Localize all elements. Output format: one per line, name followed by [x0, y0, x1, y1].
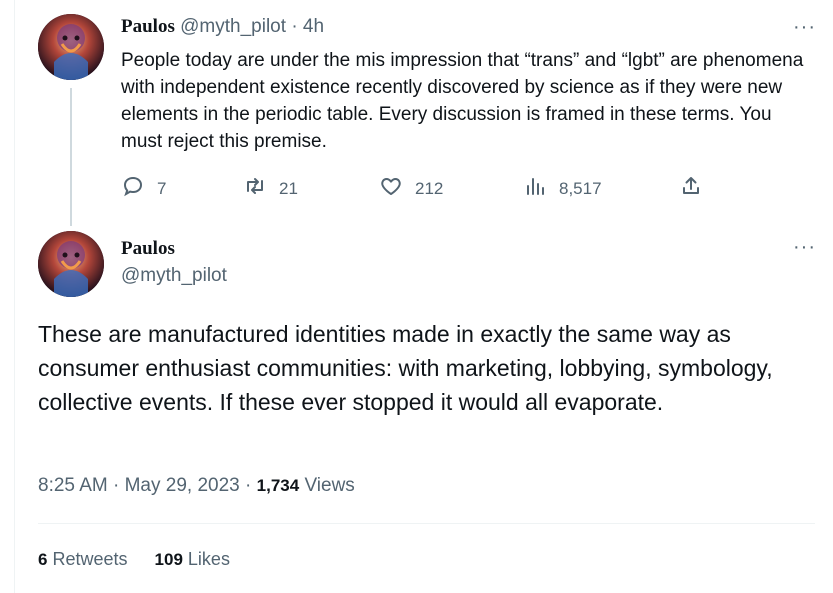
avatar[interactable] — [38, 231, 104, 297]
views-icon — [523, 174, 547, 203]
retweet-icon — [243, 174, 267, 203]
more-icon[interactable]: ··· — [793, 16, 816, 39]
likes-link[interactable]: 109 Likes — [155, 549, 230, 570]
action-bar: 7 21 212 8,517 — [121, 174, 721, 200]
tweet-meta: 8:25 AM · May 29, 2023 · 1,734 Views — [38, 475, 355, 497]
likes-total: 109 — [154, 550, 183, 569]
retweets-link[interactable]: 6 Retweets — [38, 549, 128, 570]
more-icon[interactable]: ··· — [793, 236, 816, 259]
display-name[interactable]: Paulos — [121, 238, 175, 260]
tweet-header: Paulos @myth_pilot · 4h — [121, 16, 324, 38]
divider — [38, 523, 815, 524]
share-button[interactable] — [679, 174, 703, 203]
thread-line — [70, 88, 72, 226]
display-name[interactable]: Paulos — [121, 16, 175, 37]
views-label: Views — [304, 475, 355, 496]
reply-count: 7 — [157, 178, 167, 198]
views-button[interactable]: 8,517 — [523, 174, 602, 203]
tweet-text: People today are under the mis impressio… — [121, 50, 804, 152]
tweet-time[interactable]: 8:25 AM — [38, 475, 108, 496]
like-count: 212 — [415, 178, 444, 198]
like-icon — [379, 174, 403, 203]
reply-button[interactable]: 7 — [121, 174, 166, 203]
timestamp[interactable]: 4h — [303, 16, 324, 37]
separator: · — [291, 16, 298, 37]
share-icon — [679, 174, 703, 203]
separator: · — [245, 475, 252, 496]
avatar[interactable] — [38, 14, 104, 80]
like-button[interactable]: 212 — [379, 174, 443, 203]
views-count: 8,517 — [559, 178, 602, 198]
engagement-stats: 6 Retweets 109 Likes — [38, 549, 230, 570]
retweets-label: Retweets — [52, 549, 128, 569]
likes-label: Likes — [187, 549, 230, 569]
tweet-date[interactable]: May 29, 2023 — [125, 475, 240, 496]
retweet-count: 21 — [279, 178, 298, 198]
separator: · — [113, 475, 120, 496]
handle[interactable]: @myth_pilot — [180, 16, 286, 37]
tweet-text: These are manufactured identities made i… — [38, 321, 773, 415]
retweets-total: 6 — [38, 550, 48, 569]
views-total: 1,734 — [256, 476, 300, 495]
handle[interactable]: @myth_pilot — [121, 265, 227, 287]
reply-icon — [121, 174, 145, 203]
retweet-button[interactable]: 21 — [243, 174, 298, 203]
